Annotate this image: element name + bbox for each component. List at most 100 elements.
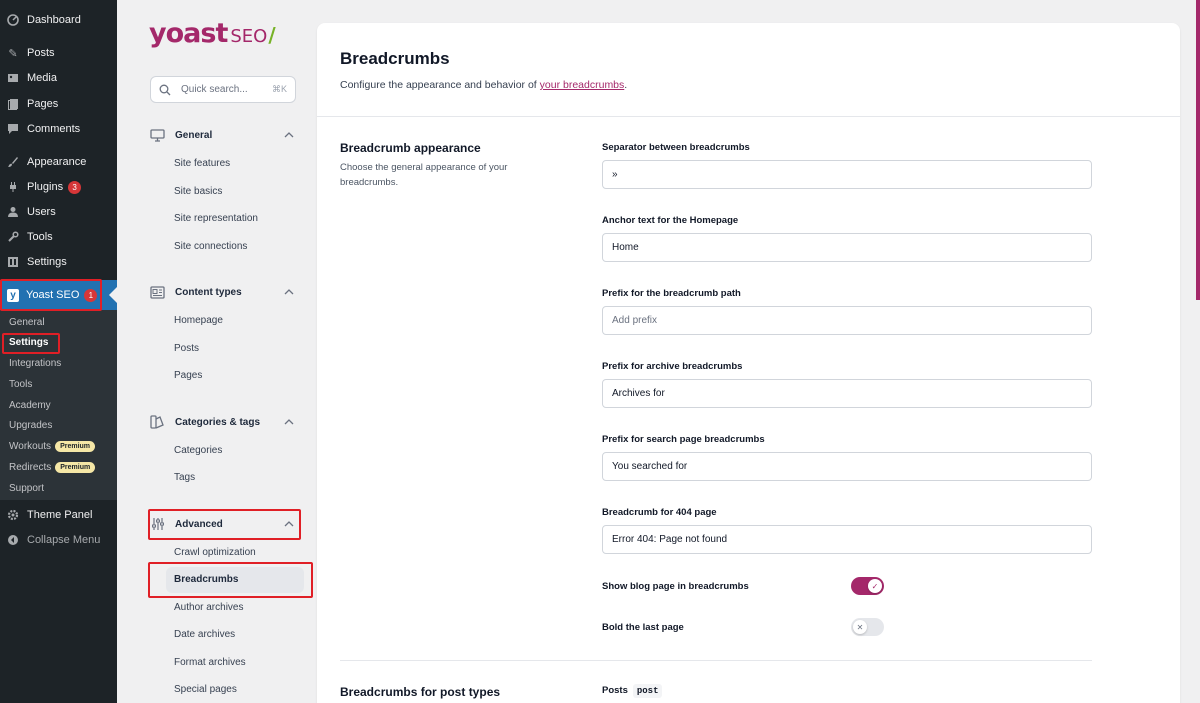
wp-submenu-integrations[interactable]: Integrations bbox=[9, 356, 61, 372]
comments-icon bbox=[6, 122, 20, 136]
wp-menu-posts[interactable]: ✎ Posts bbox=[0, 42, 117, 64]
page-description-suffix: . bbox=[624, 79, 628, 91]
home-anchor-input[interactable] bbox=[602, 233, 1092, 262]
nav-author-archives[interactable]: Author archives bbox=[174, 600, 243, 616]
nav-site-connections[interactable]: Site connections bbox=[174, 239, 247, 255]
section-divider bbox=[340, 660, 1092, 661]
nav-format-archives[interactable]: Format archives bbox=[174, 655, 246, 671]
chevron-up-icon bbox=[284, 287, 294, 298]
home-anchor-label: Anchor text for the Homepage bbox=[602, 215, 739, 226]
nav-group-content-types-label: Content types bbox=[175, 286, 242, 298]
post-types-row-label: Posts bbox=[602, 685, 628, 696]
nav-group-categories-tags[interactable]: Categories & tags bbox=[150, 411, 300, 433]
section-title-post-types: Breadcrumbs for post types bbox=[340, 685, 501, 699]
nav-site-representation[interactable]: Site representation bbox=[174, 211, 258, 227]
prefix-archive-label: Prefix for archive breadcrumbs bbox=[602, 361, 743, 372]
show-blog-page-toggle[interactable]: ✓ bbox=[851, 577, 884, 595]
brush-icon bbox=[6, 155, 20, 169]
search-icon bbox=[159, 84, 171, 96]
wp-submenu-workouts[interactable]: Workouts Premium bbox=[9, 439, 96, 455]
wp-menu-dashboard[interactable]: Dashboard bbox=[0, 9, 117, 31]
nav-pages[interactable]: Pages bbox=[174, 368, 202, 384]
sliders-icon bbox=[150, 517, 165, 532]
active-menu-arrow bbox=[109, 287, 117, 303]
settings-icon bbox=[6, 255, 20, 269]
x-icon: ✕ bbox=[853, 620, 867, 634]
nav-group-general-label: General bbox=[175, 129, 213, 141]
color-swatch-icon bbox=[150, 415, 165, 430]
search-shortcut: ⌘K bbox=[271, 84, 287, 94]
content-types-icon bbox=[150, 285, 165, 300]
wp-menu-settings[interactable]: Settings bbox=[0, 251, 117, 273]
yoast-seo-logo: yoast SEO/ bbox=[149, 18, 276, 49]
wp-submenu-academy[interactable]: Academy bbox=[9, 398, 51, 414]
wp-menu-appearance[interactable]: Appearance bbox=[0, 151, 117, 173]
wp-submenu-workouts-label: Workouts bbox=[9, 441, 52, 452]
plugins-update-badge: 3 bbox=[68, 180, 82, 194]
nav-group-advanced-label: Advanced bbox=[175, 518, 223, 530]
nav-site-features[interactable]: Site features bbox=[174, 156, 230, 172]
nav-posts[interactable]: Posts bbox=[174, 341, 199, 357]
wp-admin-sidebar: Dashboard ✎ Posts Media Pages Comments A… bbox=[0, 0, 117, 703]
premium-badge: Premium bbox=[55, 461, 96, 473]
chevron-up-icon bbox=[284, 130, 294, 141]
prefix-archive-input[interactable] bbox=[602, 379, 1092, 408]
gear-icon bbox=[6, 508, 20, 522]
page-description-text: Configure the appearance and behavior of bbox=[340, 79, 540, 91]
nav-group-categories-tags-label: Categories & tags bbox=[175, 416, 261, 428]
yoast-icon: y bbox=[7, 288, 19, 302]
nav-breadcrumbs[interactable]: Breadcrumbs bbox=[166, 567, 304, 593]
wp-menu-pages[interactable]: Pages bbox=[0, 93, 117, 115]
prefix-search-label: Prefix for search page breadcrumbs bbox=[602, 434, 765, 445]
nav-categories[interactable]: Categories bbox=[174, 443, 222, 459]
nav-homepage[interactable]: Homepage bbox=[174, 313, 223, 329]
nav-group-general[interactable]: General bbox=[150, 124, 300, 146]
nav-crawl-optimization[interactable]: Crawl optimization bbox=[174, 545, 256, 561]
page-title: Breadcrumbs bbox=[340, 49, 450, 68]
check-icon: ✓ bbox=[868, 579, 882, 593]
bold-last-page-label: Bold the last page bbox=[602, 622, 684, 633]
wp-menu-tools[interactable]: Tools bbox=[0, 226, 117, 248]
show-blog-page-label: Show blog page in breadcrumbs bbox=[602, 581, 749, 592]
chevron-up-icon bbox=[284, 519, 294, 530]
collapse-icon bbox=[6, 533, 20, 547]
wp-submenu-tools[interactable]: Tools bbox=[9, 377, 32, 393]
separator-input[interactable] bbox=[602, 160, 1092, 189]
chevron-up-icon bbox=[284, 417, 294, 428]
dashboard-icon bbox=[6, 13, 20, 27]
bold-last-page-toggle[interactable]: ✕ bbox=[851, 618, 884, 636]
wp-menu-yoast-seo[interactable]: y Yoast SEO 1 bbox=[0, 280, 117, 310]
yoast-notification-badge: 1 bbox=[84, 288, 98, 302]
quick-search-input[interactable]: Quick search... ⌘K bbox=[150, 76, 296, 103]
nav-site-basics[interactable]: Site basics bbox=[174, 184, 222, 200]
yoast-settings-nav: yoast SEO/ Quick search... ⌘K General Sit… bbox=[117, 0, 316, 703]
your-breadcrumbs-link[interactable]: your breadcrumbs bbox=[540, 79, 625, 91]
wp-submenu-settings[interactable]: Settings bbox=[9, 335, 48, 351]
page-description: Configure the appearance and behavior of… bbox=[340, 79, 627, 91]
nav-tags[interactable]: Tags bbox=[174, 470, 195, 486]
desktop-icon bbox=[150, 128, 165, 143]
prefix-search-input[interactable] bbox=[602, 452, 1092, 481]
wp-menu-media[interactable]: Media bbox=[0, 67, 117, 89]
breadcrumb-404-input[interactable] bbox=[602, 525, 1092, 554]
prefix-path-input[interactable] bbox=[602, 306, 1092, 335]
wp-menu-comments[interactable]: Comments bbox=[0, 118, 117, 140]
nav-date-archives[interactable]: Date archives bbox=[174, 627, 235, 643]
wp-submenu-general[interactable]: General bbox=[9, 315, 45, 331]
scrollbar-accent bbox=[1196, 0, 1200, 300]
section-description-appearance: Choose the general appearance of your br… bbox=[340, 162, 508, 188]
post-type-slug: post bbox=[632, 684, 663, 698]
wp-menu-users[interactable]: Users bbox=[0, 201, 117, 223]
wp-submenu-upgrades[interactable]: Upgrades bbox=[9, 418, 52, 434]
nav-special-pages[interactable]: Special pages bbox=[174, 682, 237, 698]
wp-menu-plugins[interactable]: Plugins 3 bbox=[0, 176, 117, 198]
wp-submenu-redirects[interactable]: Redirects Premium bbox=[9, 460, 96, 476]
wp-menu-theme-panel[interactable]: Theme Panel bbox=[0, 504, 117, 526]
nav-group-advanced[interactable]: Advanced bbox=[150, 513, 300, 535]
nav-group-content-types[interactable]: Content types bbox=[150, 281, 300, 303]
pin-icon: ✎ bbox=[8, 47, 18, 60]
wp-submenu-support[interactable]: Support bbox=[9, 481, 44, 497]
prefix-path-label: Prefix for the breadcrumb path bbox=[602, 288, 741, 299]
wp-menu-collapse[interactable]: Collapse Menu bbox=[0, 529, 117, 551]
header-divider bbox=[317, 116, 1180, 117]
